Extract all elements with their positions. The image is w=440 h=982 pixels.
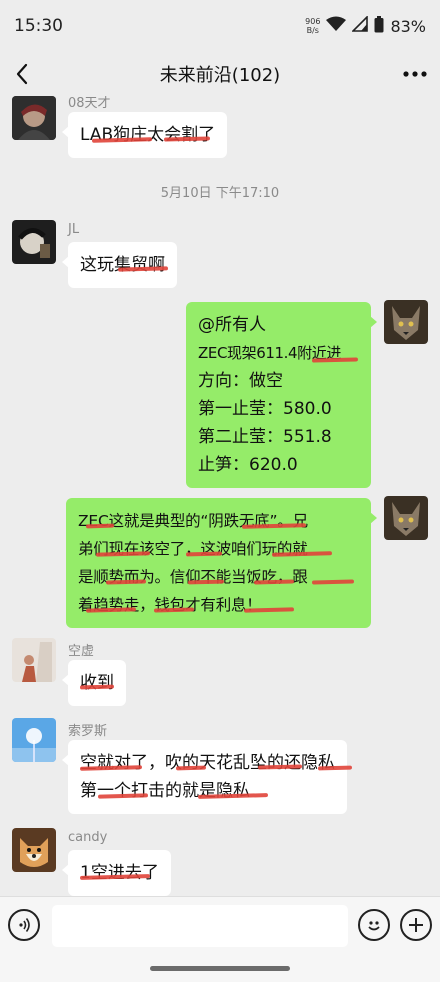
battery-level: 83% xyxy=(390,16,426,36)
voice-button[interactable] xyxy=(8,909,40,941)
message-bubble[interactable]: ZEC这就是典型的“阴跌无底”。兄 弟们现在该空了，这波咱们玩的就 是顺势而为。… xyxy=(66,498,377,628)
battery-icon xyxy=(374,15,384,37)
avatar[interactable] xyxy=(12,828,56,872)
signal-icon xyxy=(351,15,369,36)
status-indicators: 906 B/s 83% xyxy=(305,15,426,37)
sender-name: 索罗斯 xyxy=(68,724,108,739)
message-bubble[interactable]: 这玩集贸啊 xyxy=(62,242,177,288)
chevron-left-icon xyxy=(16,63,28,85)
strikethrough-mark xyxy=(317,765,353,771)
chat-input-bar xyxy=(0,896,440,954)
message-line: 方向：做空 xyxy=(198,371,283,391)
message-line: ZEC现架611.4附近进 xyxy=(198,344,341,362)
avatar[interactable] xyxy=(384,496,428,540)
message-bubble[interactable]: 收到 xyxy=(62,660,126,706)
message-text: 收到 xyxy=(80,673,114,693)
avatar[interactable] xyxy=(12,638,56,682)
message-bubble[interactable]: @所有人 ZEC现架611.4附近进 方向：做空 第一止莹：580.0 第二止莹… xyxy=(186,302,377,488)
message-line: 第二止莹：551.8 xyxy=(198,427,332,447)
plus-icon xyxy=(409,918,423,932)
message-text: 1空进去了 xyxy=(80,863,159,883)
message-line: 空就对了，吹的天花乱坠的还隐私 xyxy=(80,753,335,773)
message-text: LAB狗庄太会割了 xyxy=(80,125,216,145)
sender-name: JL xyxy=(68,222,80,237)
voice-icon xyxy=(19,918,30,932)
message-input[interactable] xyxy=(52,905,348,947)
plus-button[interactable] xyxy=(400,909,432,941)
message-line: 第一个打击的就是隐私 xyxy=(80,781,250,801)
timestamp: 5月10日 下午17:10 xyxy=(160,186,280,201)
message-text: 这玩集贸啊 xyxy=(80,255,165,275)
message-line: ZEC这就是典型的“阴跌无底”。兄 xyxy=(78,512,308,530)
more-dots-icon xyxy=(403,71,427,77)
strikethrough-mark xyxy=(85,523,115,529)
message-line: 弟们现在该空了，这波咱们玩的就 xyxy=(78,540,308,558)
wifi-icon xyxy=(326,16,347,36)
home-indicator[interactable] xyxy=(150,966,290,971)
avatar[interactable] xyxy=(12,718,56,762)
message-line: 第一止莹：580.0 xyxy=(198,399,332,419)
message-bubble[interactable]: 空就对了，吹的天花乱坠的还隐私 第一个打击的就是隐私 xyxy=(62,740,353,814)
avatar[interactable] xyxy=(12,220,56,264)
status-time: 15:30 xyxy=(14,16,63,36)
chat-header: 未来前沿(102) xyxy=(0,52,440,96)
emoji-icon xyxy=(368,921,380,931)
emoji-button[interactable] xyxy=(358,909,390,941)
message-bubble[interactable]: LAB狗庄太会割了 xyxy=(61,112,228,158)
message-line: @所有人 xyxy=(198,315,266,335)
message-list[interactable]: 08天才 LAB狗庄太会割了 5月10日 下午17:10 JL 这玩集贸啊 @所… xyxy=(0,96,440,896)
back-button[interactable] xyxy=(0,52,44,96)
status-bar: 15:30 906 B/s 83% xyxy=(0,0,440,52)
sender-name: candy xyxy=(68,830,108,845)
network-speed-unit: B/s xyxy=(306,26,319,35)
sender-name: 08天才 xyxy=(68,96,111,111)
avatar[interactable] xyxy=(384,300,428,344)
strikethrough-mark xyxy=(175,765,207,771)
message-bubble[interactable]: 1空进去了 xyxy=(62,850,171,896)
message-line: 止笋：620.0 xyxy=(198,455,298,475)
chat-title: 未来前沿(102) xyxy=(159,65,281,86)
avatar[interactable] xyxy=(12,96,56,140)
network-speed: 906 B/s xyxy=(305,17,320,35)
more-button[interactable] xyxy=(390,52,440,96)
message-line: 是顺势而为。信仰不能当饭吃，跟 xyxy=(78,568,308,586)
sender-name: 空虚 xyxy=(68,644,95,659)
network-speed-value: 906 xyxy=(305,17,321,26)
message-line: 着趋势走，钱包才有利息！ xyxy=(78,596,262,614)
